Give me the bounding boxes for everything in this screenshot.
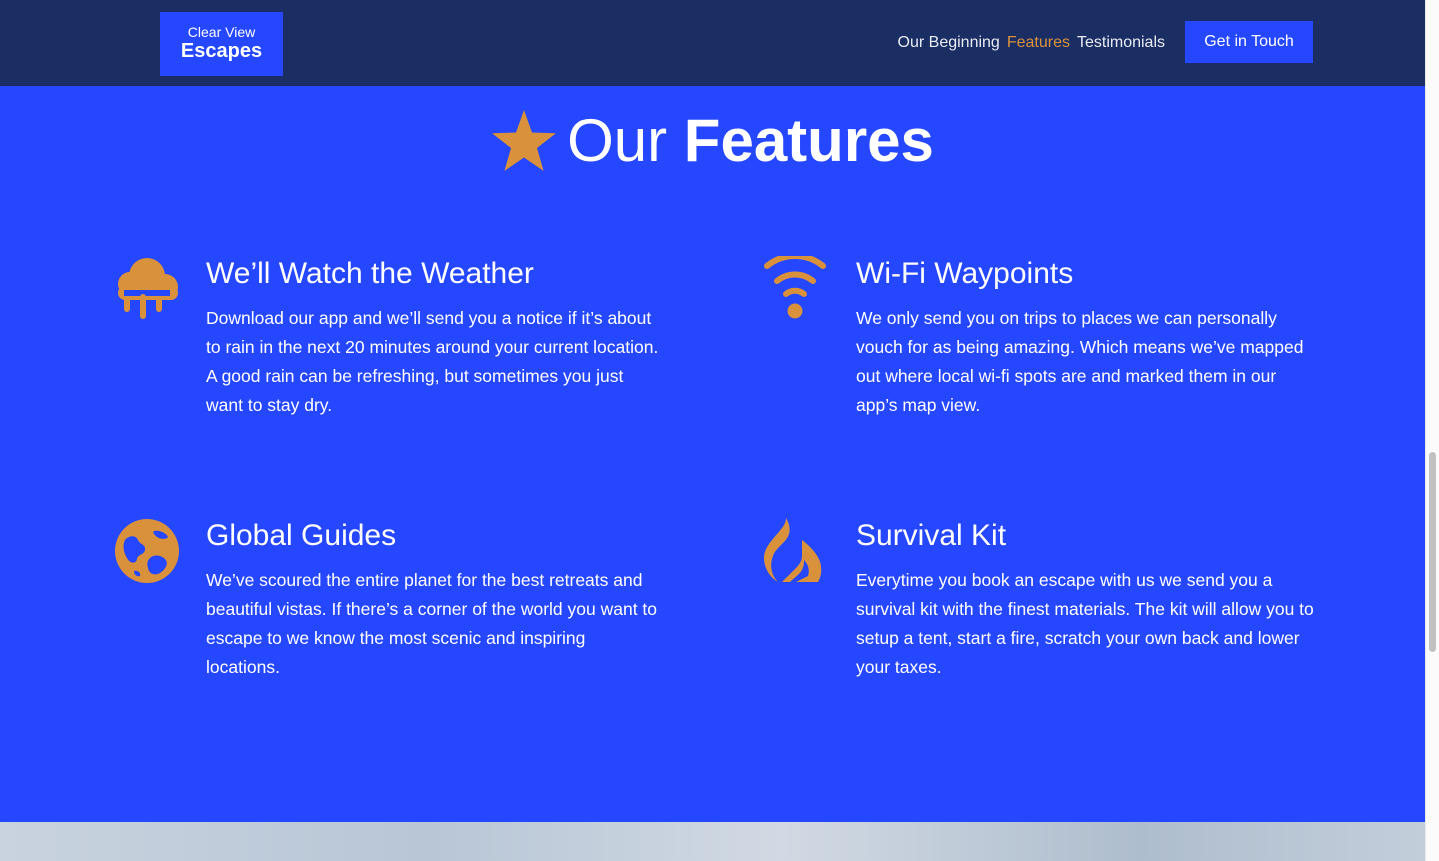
section-title: Our Features bbox=[0, 106, 1425, 176]
star-icon bbox=[492, 110, 557, 171]
wifi-icon bbox=[764, 256, 826, 319]
page: Clear View Escapes Our Beginning Feature… bbox=[0, 0, 1425, 861]
scrollbar-thumb[interactable] bbox=[1429, 452, 1436, 652]
feature-global-guides: Global Guides We’ve scoured the entire p… bbox=[114, 518, 674, 698]
feature-weather: We’ll Watch the Weather Download our app… bbox=[114, 256, 674, 436]
get-in-touch-button[interactable]: Get in Touch bbox=[1185, 21, 1313, 63]
feature-title: We’ll Watch the Weather bbox=[206, 257, 534, 290]
feature-wifi: Wi-Fi Waypoints We only send you on trip… bbox=[764, 256, 1324, 436]
flame-icon bbox=[764, 518, 822, 582]
logo-line-2: Escapes bbox=[180, 40, 263, 62]
main-nav: Our Beginning Features Testimonials bbox=[898, 33, 1165, 53]
logo-line-1: Clear View bbox=[187, 24, 256, 40]
nav-link-our-beginning[interactable]: Our Beginning bbox=[898, 33, 1000, 53]
features-section: Our Features We’ll Watch the Weather Dow… bbox=[0, 86, 1425, 822]
cloud-rain-icon bbox=[118, 258, 178, 319]
title-bold: Features bbox=[683, 107, 934, 174]
feature-title: Wi-Fi Waypoints bbox=[856, 257, 1074, 290]
section-heading: Our Features bbox=[567, 106, 934, 176]
navbar: Clear View Escapes Our Beginning Feature… bbox=[0, 0, 1425, 86]
feature-description: Everytime you book an escape with us we … bbox=[856, 570, 1314, 677]
feature-description: We’ve scoured the entire planet for the … bbox=[206, 570, 658, 677]
nav-link-testimonials[interactable]: Testimonials bbox=[1077, 33, 1165, 53]
nav-link-features[interactable]: Features bbox=[1007, 33, 1070, 53]
feature-title: Survival Kit bbox=[856, 519, 1007, 552]
feature-title: Global Guides bbox=[206, 519, 397, 552]
feature-description: Download our app and we’ll send you a no… bbox=[206, 308, 659, 415]
feature-description: We only send you on trips to places we c… bbox=[856, 308, 1304, 415]
next-section-image bbox=[0, 822, 1425, 861]
logo[interactable]: Clear View Escapes bbox=[160, 12, 283, 76]
scrollbar[interactable] bbox=[1425, 0, 1439, 861]
globe-icon bbox=[115, 519, 179, 583]
title-light: Our bbox=[567, 107, 668, 174]
feature-survival-kit: Survival Kit Everytime you book an escap… bbox=[764, 518, 1324, 698]
